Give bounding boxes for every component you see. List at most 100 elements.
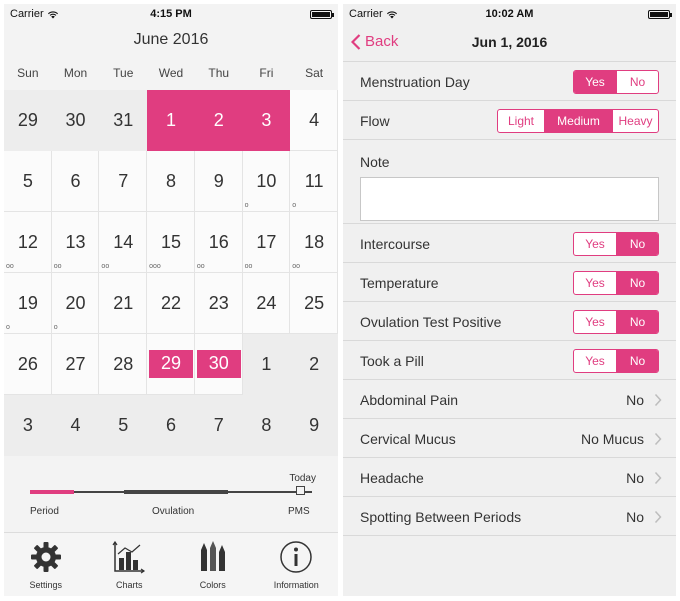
temperature-no-option[interactable]: No	[616, 272, 658, 294]
calendar-day[interactable]: 31	[99, 90, 148, 151]
menstruation-no-option[interactable]: No	[616, 71, 658, 93]
intensity-dots: o	[6, 324, 10, 331]
calendar-day[interactable]: 6	[51, 151, 100, 212]
calendar-day[interactable]: 29	[147, 334, 195, 395]
row-spotting[interactable]: Spotting Between Periods No	[343, 497, 676, 536]
calendar-day-number: 2	[213, 110, 224, 130]
calendar-day[interactable]: 17 oo	[242, 212, 291, 273]
tab-charts[interactable]: Charts	[88, 533, 172, 596]
calendar-day[interactable]: 3	[4, 395, 52, 456]
today-marker	[296, 486, 305, 495]
ovulation-test-toggle[interactable]: Yes No	[573, 310, 659, 334]
chevron-right-icon	[654, 432, 662, 446]
headache-value: No	[626, 470, 644, 486]
tab-settings[interactable]: Settings	[4, 533, 88, 596]
calendar-day[interactable]: 1	[242, 334, 291, 395]
tab-information[interactable]: Information	[255, 533, 339, 596]
temperature-yes-option[interactable]: Yes	[574, 272, 616, 294]
calendar-day[interactable]: 13 oo	[51, 212, 100, 273]
flow-medium-option[interactable]: Medium	[544, 110, 612, 132]
note-label: Note	[360, 154, 390, 170]
calendar-day[interactable]: 10 o	[242, 151, 291, 212]
navigation-bar: Back Jun 1, 2016	[343, 24, 676, 62]
calendar-day[interactable]: 7	[194, 395, 243, 456]
calendar-day[interactable]: 20 o	[51, 273, 100, 334]
calendar-day[interactable]: 21	[99, 273, 148, 334]
row-ovulation-test: Ovulation Test Positive Yes No	[343, 302, 676, 341]
calendar-day[interactable]: 18 oo	[290, 212, 338, 273]
calendar-day[interactable]: 26	[4, 334, 52, 395]
row-headache[interactable]: Headache No	[343, 458, 676, 497]
calendar-day[interactable]: 2	[290, 334, 338, 395]
temperature-toggle[interactable]: Yes No	[573, 271, 659, 295]
calendar-day-number: 28	[113, 354, 134, 374]
headache-label: Headache	[360, 470, 424, 486]
status-bar: Carrier 4:15 PM	[4, 4, 338, 24]
calendar-day[interactable]: 5	[4, 151, 52, 212]
calendar-day[interactable]: 30	[51, 90, 100, 151]
weekday-label: Sun	[17, 66, 39, 80]
calendar-day[interactable]: 16 oo	[194, 212, 243, 273]
calendar-day[interactable]: 11 o	[290, 151, 338, 212]
intercourse-yes-option[interactable]: Yes	[574, 233, 616, 255]
row-cervical-mucus[interactable]: Cervical Mucus No Mucus	[343, 419, 676, 458]
calendar-day[interactable]: 9	[194, 151, 243, 212]
took-pill-toggle[interactable]: Yes No	[573, 349, 659, 373]
calendar-day[interactable]: 7	[99, 151, 148, 212]
calendar-day-number: 21	[113, 293, 134, 313]
flow-selector[interactable]: Light Medium Heavy	[497, 109, 659, 133]
chevron-right-icon	[654, 471, 662, 485]
pms-label: PMS	[288, 506, 310, 517]
intercourse-toggle[interactable]: Yes No	[573, 232, 659, 256]
calendar-day[interactable]: 5	[99, 395, 148, 456]
calendar-screen: Carrier 4:15 PM June 2016 Sun Mon Tue Wed Th…	[4, 4, 338, 596]
calendar-day[interactable]: 2	[194, 90, 243, 151]
calendar-day-number: 3	[22, 415, 33, 435]
calendar-day[interactable]: 23	[194, 273, 243, 334]
calendar-day-number: 29	[148, 349, 193, 378]
calendar-day[interactable]: 28	[99, 334, 148, 395]
calendar-day[interactable]: 24	[242, 273, 291, 334]
tab-colors[interactable]: Colors	[171, 533, 255, 596]
calendar-day[interactable]: 8	[147, 151, 195, 212]
calendar-day[interactable]: 30	[194, 334, 243, 395]
ovulation-test-no-option[interactable]: No	[616, 311, 658, 333]
calendar-day[interactable]: 9	[290, 395, 338, 456]
took-pill-yes-option[interactable]: Yes	[574, 350, 616, 372]
flow-light-option[interactable]: Light	[498, 110, 544, 132]
calendar-day[interactable]: 29	[4, 90, 52, 151]
cervical-mucus-value: No Mucus	[580, 431, 644, 447]
row-intercourse: Intercourse Yes No	[343, 224, 676, 263]
calendar-day-number: 31	[113, 110, 134, 130]
took-pill-no-option[interactable]: No	[616, 350, 658, 372]
calendar-day[interactable]: 27	[51, 334, 100, 395]
calendar-day[interactable]: 4	[290, 90, 338, 151]
calendar-day-number: 23	[208, 293, 229, 313]
ovulation-test-label: Ovulation Test Positive	[360, 314, 502, 330]
intercourse-label: Intercourse	[360, 236, 431, 252]
tab-colors-label: Colors	[199, 580, 226, 590]
calendar-day[interactable]: 22	[147, 273, 195, 334]
intensity-dots: oo	[292, 263, 301, 270]
intensity-dots: oo	[6, 263, 14, 270]
chevron-right-icon	[654, 510, 662, 524]
calendar-day[interactable]: 25	[290, 273, 338, 334]
calendar-day[interactable]: 1	[147, 90, 195, 151]
row-abdominal-pain[interactable]: Abdominal Pain No	[343, 380, 676, 419]
calendar-day[interactable]: 4	[51, 395, 100, 456]
calendar-day[interactable]: 15 ooo	[147, 212, 195, 273]
intensity-dots: oo	[196, 263, 205, 270]
calendar-day[interactable]: 12 oo	[4, 212, 52, 273]
ovulation-test-yes-option[interactable]: Yes	[574, 311, 616, 333]
calendar-day[interactable]: 3	[242, 90, 291, 151]
flow-heavy-option[interactable]: Heavy	[612, 110, 658, 132]
calendar-day[interactable]: 19 o	[4, 273, 52, 334]
menstruation-yes-option[interactable]: Yes	[574, 71, 616, 93]
calendar-day[interactable]: 14 oo	[99, 212, 148, 273]
note-input[interactable]	[360, 177, 659, 221]
calendar-day[interactable]: 6	[147, 395, 195, 456]
temperature-label: Temperature	[360, 275, 439, 291]
calendar-day[interactable]: 8	[242, 395, 291, 456]
menstruation-day-toggle[interactable]: Yes No	[573, 70, 659, 94]
intercourse-no-option[interactable]: No	[616, 233, 658, 255]
